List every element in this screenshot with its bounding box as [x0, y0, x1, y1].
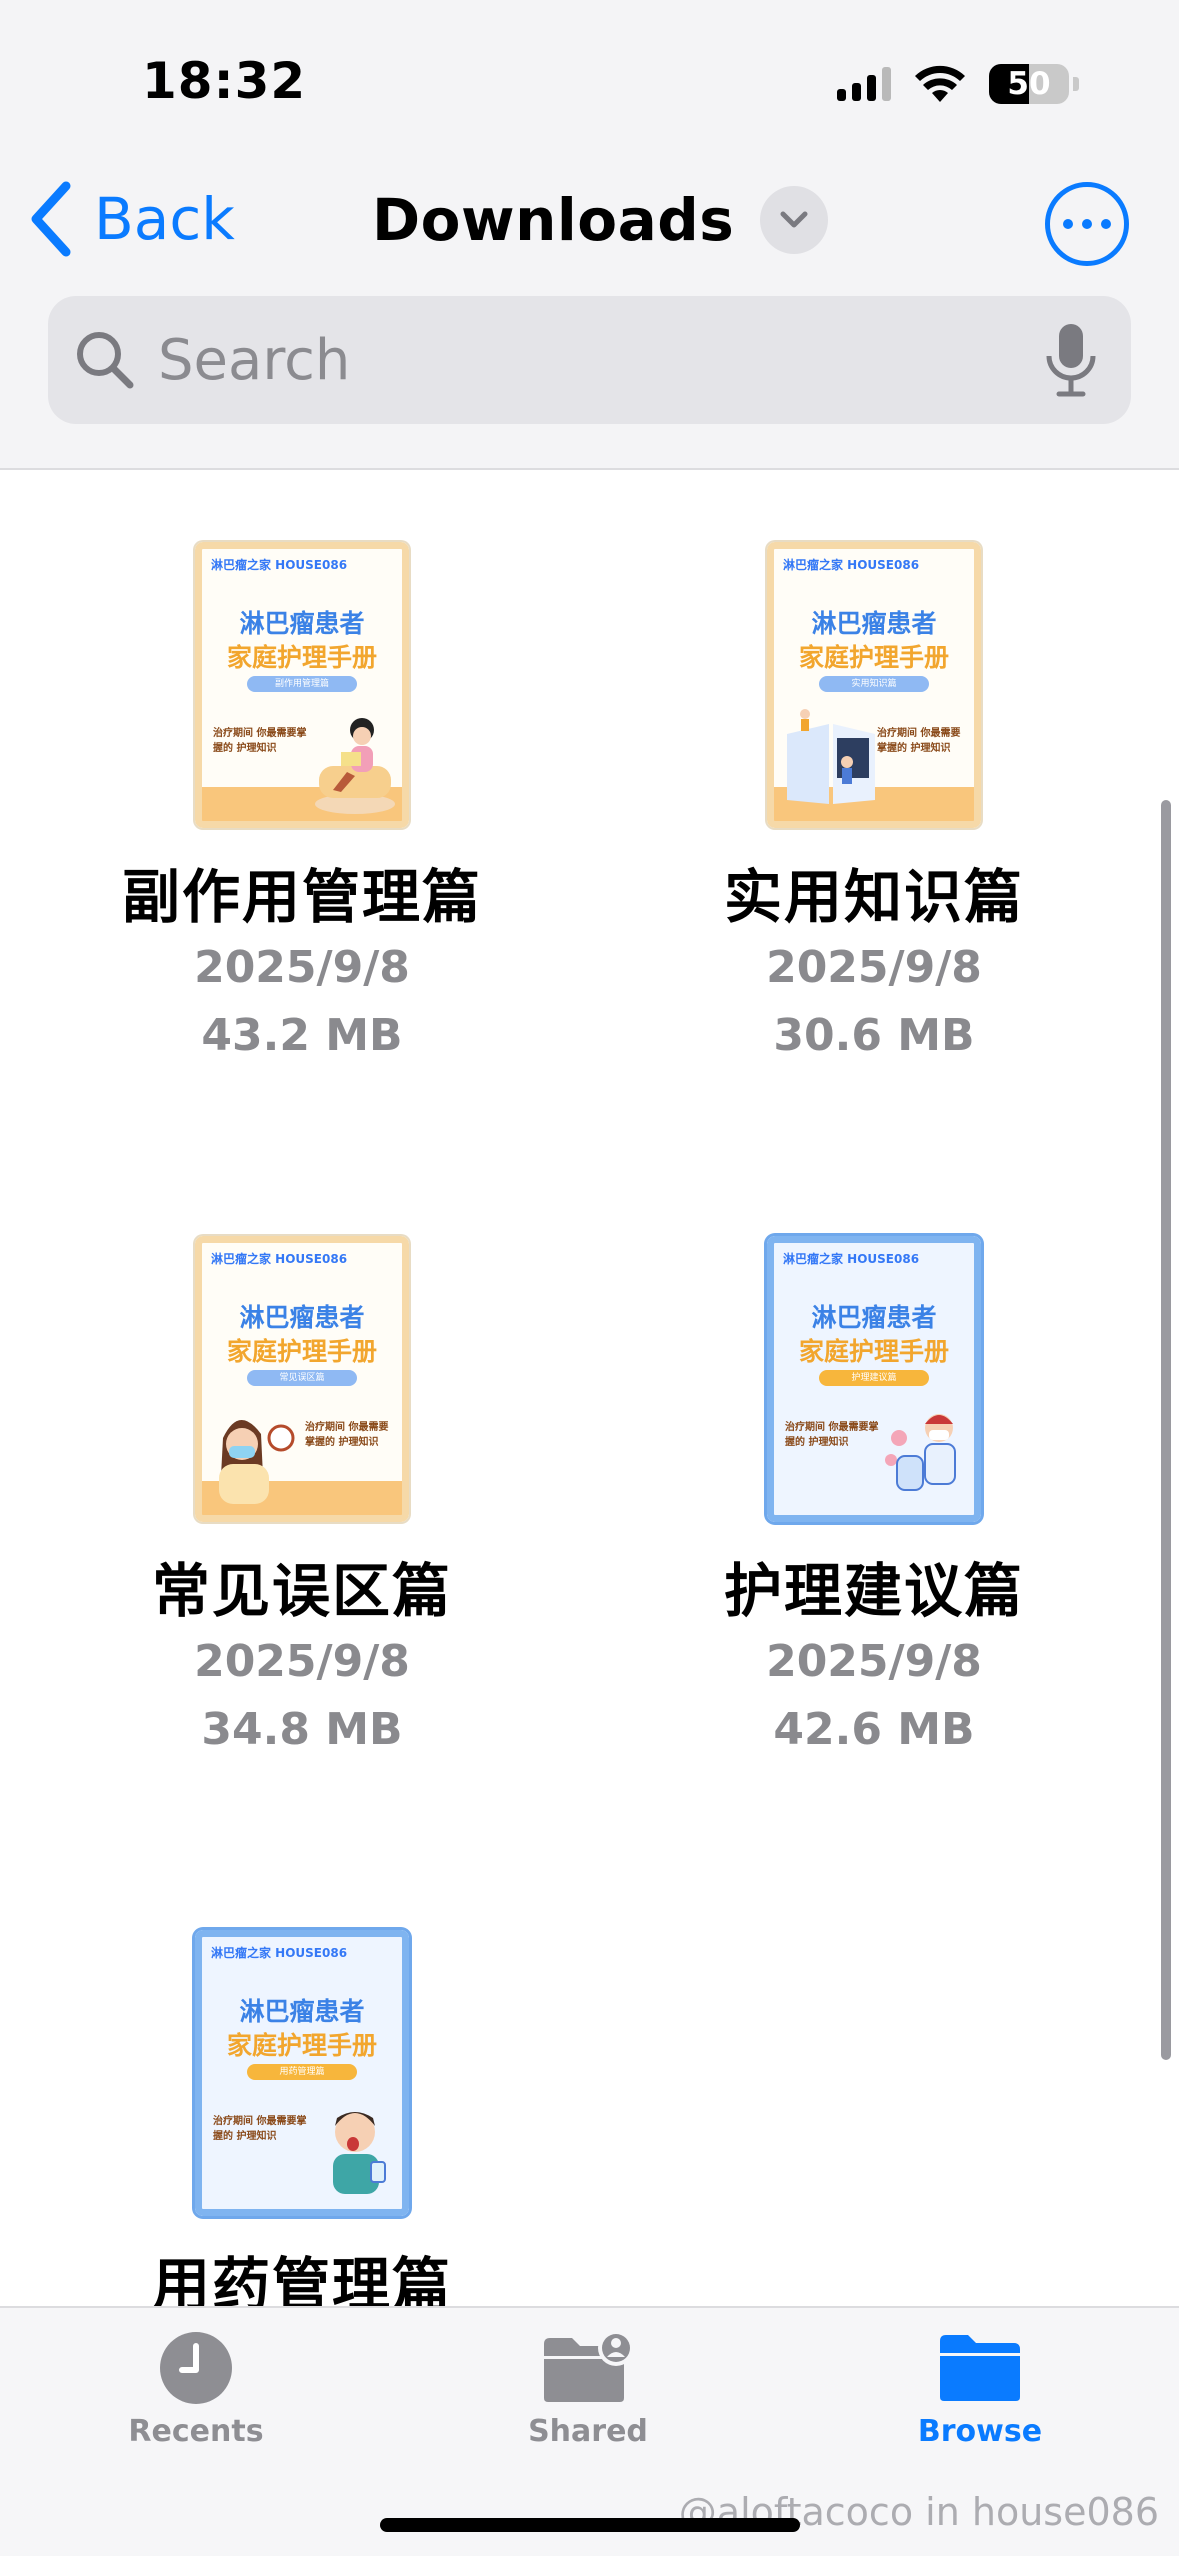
- search-bar[interactable]: [48, 296, 1131, 424]
- cellular-signal-icon: [837, 67, 891, 101]
- more-options-button[interactable]: [1045, 182, 1129, 266]
- tab-label: Recents: [128, 2414, 264, 2449]
- back-label: Back: [94, 185, 235, 253]
- files-app-screen: 18:32 50 Back Downloads Search 淋巴瘤之家 HOU…: [0, 0, 1179, 2556]
- cover-title: 淋巴瘤患者: [239, 1303, 365, 1332]
- back-button[interactable]: Back: [28, 180, 235, 258]
- file-name: 常见误区篇: [151, 1557, 452, 1625]
- home-indicator[interactable]: [380, 2518, 800, 2532]
- file-name: 副作用管理篇: [121, 863, 482, 931]
- file-thumbnail: 淋巴瘤之家 HOUSE086 淋巴瘤患者 家庭护理手册 实用知识篇 治疗期间 你…: [767, 542, 981, 828]
- folder-icon: [940, 2335, 1020, 2401]
- cover-title: 淋巴瘤患者: [811, 609, 937, 638]
- cover-title: 家庭护理手册: [798, 1337, 949, 1366]
- woman-with-mask-illustration: [219, 1419, 295, 1504]
- open-book-illustration: [787, 709, 875, 804]
- file-thumbnail: 淋巴瘤之家 HOUSE086 淋巴瘤患者 家庭护理手册 护理建议篇 治疗期间 你…: [767, 1236, 981, 1522]
- cover-subtitle: 治疗期间 你最需要掌握的 护理知识: [213, 728, 307, 754]
- microphone-icon[interactable]: [1041, 320, 1101, 400]
- page-title: Downloads: [372, 186, 735, 254]
- cover-logo: 淋巴瘤之家 HOUSE086: [211, 1252, 348, 1266]
- reading-woman-illustration: [315, 718, 395, 814]
- file-item[interactable]: 淋巴瘤之家 HOUSE086 淋巴瘤患者 家庭护理手册 常见误区篇 治疗期间 你…: [92, 1236, 512, 1764]
- cover-logo: 淋巴瘤之家 HOUSE086: [783, 558, 920, 572]
- clock-icon: [160, 2332, 232, 2404]
- boy-with-mask-illustration: [885, 1414, 956, 1491]
- file-item[interactable]: 淋巴瘤之家 HOUSE086 淋巴瘤患者 家庭护理手册 护理建议篇 治疗期间 你…: [664, 1236, 1084, 1764]
- cover-tag: 副作用管理篇: [247, 676, 357, 692]
- status-icons: 50: [837, 64, 1079, 104]
- folder-title-menu[interactable]: Downloads: [372, 186, 829, 254]
- cover-subtitle: 治疗期间 你最需要掌握的 护理知识: [305, 1422, 389, 1448]
- tab-shared[interactable]: Shared: [468, 2328, 708, 2449]
- ellipsis-dot: [1101, 219, 1111, 229]
- ellipsis-dot: [1082, 219, 1092, 229]
- file-name: 实用知识篇: [723, 863, 1024, 931]
- file-item[interactable]: 淋巴瘤之家 HOUSE086 淋巴瘤患者 家庭护理手册 实用知识篇 治疗期间 你…: [664, 542, 1084, 1070]
- file-thumbnail: 淋巴瘤之家 HOUSE086 淋巴瘤患者 家庭护理手册 副作用管理篇 治疗期间 …: [195, 542, 409, 828]
- tab-label: Browse: [917, 2414, 1043, 2449]
- file-size: 34.8 MB: [201, 1704, 403, 1755]
- cover-logo: 淋巴瘤之家 HOUSE086: [211, 1946, 348, 1960]
- chevron-down-icon[interactable]: [760, 186, 829, 254]
- cover-tag: 常见误区篇: [247, 1370, 357, 1386]
- file-date: 2025/9/8: [766, 942, 982, 993]
- battery-icon: 50: [989, 64, 1069, 104]
- sick-man-illustration: [333, 2112, 386, 2194]
- cover-title: 家庭护理手册: [226, 1337, 377, 1366]
- ellipsis-dot: [1063, 219, 1073, 229]
- file-date: 2025/9/8: [766, 1636, 982, 1687]
- wifi-icon: [915, 65, 965, 102]
- file-item[interactable]: 淋巴瘤之家 HOUSE086 淋巴瘤患者 家庭护理手册 副作用管理篇 治疗期间 …: [92, 542, 512, 1070]
- file-thumbnail: 淋巴瘤之家 HOUSE086 淋巴瘤患者 家庭护理手册 常见误区篇 治疗期间 你…: [195, 1236, 409, 1522]
- file-name: 护理建议篇: [723, 1557, 1024, 1625]
- cover-subtitle: 治疗期间 你最需要掌握的 护理知识: [785, 1422, 879, 1448]
- chevron-left-icon: [31, 181, 71, 257]
- cover-title: 淋巴瘤患者: [239, 1997, 365, 2026]
- cover-tag: 实用知识篇: [819, 676, 929, 692]
- cover-tag: 护理建议篇: [819, 1370, 929, 1386]
- status-time: 18:32: [142, 52, 307, 110]
- scroll-indicator[interactable]: [1161, 800, 1171, 2060]
- tab-label: Shared: [528, 2414, 648, 2449]
- search-input[interactable]: [158, 327, 1041, 393]
- tab-browse[interactable]: Browse: [860, 2328, 1100, 2449]
- cover-title: 家庭护理手册: [798, 643, 949, 672]
- cover-logo: 淋巴瘤之家 HOUSE086: [211, 558, 348, 572]
- top-bar: 18:32 50 Back Downloads: [0, 0, 1179, 470]
- cover-title: 淋巴瘤患者: [239, 609, 365, 638]
- cover-title: 家庭护理手册: [226, 2031, 377, 2060]
- cover-logo: 淋巴瘤之家 HOUSE086: [783, 1252, 920, 1266]
- shared-folder-icon: [544, 2330, 634, 2402]
- file-date: 2025/9/8: [194, 942, 410, 993]
- battery-percent: 50: [1007, 66, 1051, 102]
- file-date: 2025/9/8: [194, 1636, 410, 1687]
- cover-subtitle: 治疗期间 你最需要掌握的 护理知识: [877, 728, 961, 754]
- cover-subtitle: 治疗期间 你最需要掌握的 护理知识: [213, 2116, 307, 2142]
- file-thumbnail: 淋巴瘤之家 HOUSE086 淋巴瘤患者 家庭护理手册 用药管理篇 治疗期间 你…: [195, 1930, 409, 2216]
- cover-tag: 用药管理篇: [247, 2064, 357, 2080]
- file-item[interactable]: 淋巴瘤之家 HOUSE086 淋巴瘤患者 家庭护理手册 用药管理篇 治疗期间 你…: [92, 1930, 512, 2322]
- tab-recents[interactable]: Recents: [76, 2328, 316, 2449]
- file-size: 43.2 MB: [201, 1010, 403, 1061]
- search-icon: [77, 332, 134, 389]
- cover-title: 家庭护理手册: [226, 643, 377, 672]
- cover-title: 淋巴瘤患者: [811, 1303, 937, 1332]
- file-size: 42.6 MB: [773, 1704, 975, 1755]
- file-size: 30.6 MB: [773, 1010, 975, 1061]
- battery-cap: [1073, 77, 1079, 91]
